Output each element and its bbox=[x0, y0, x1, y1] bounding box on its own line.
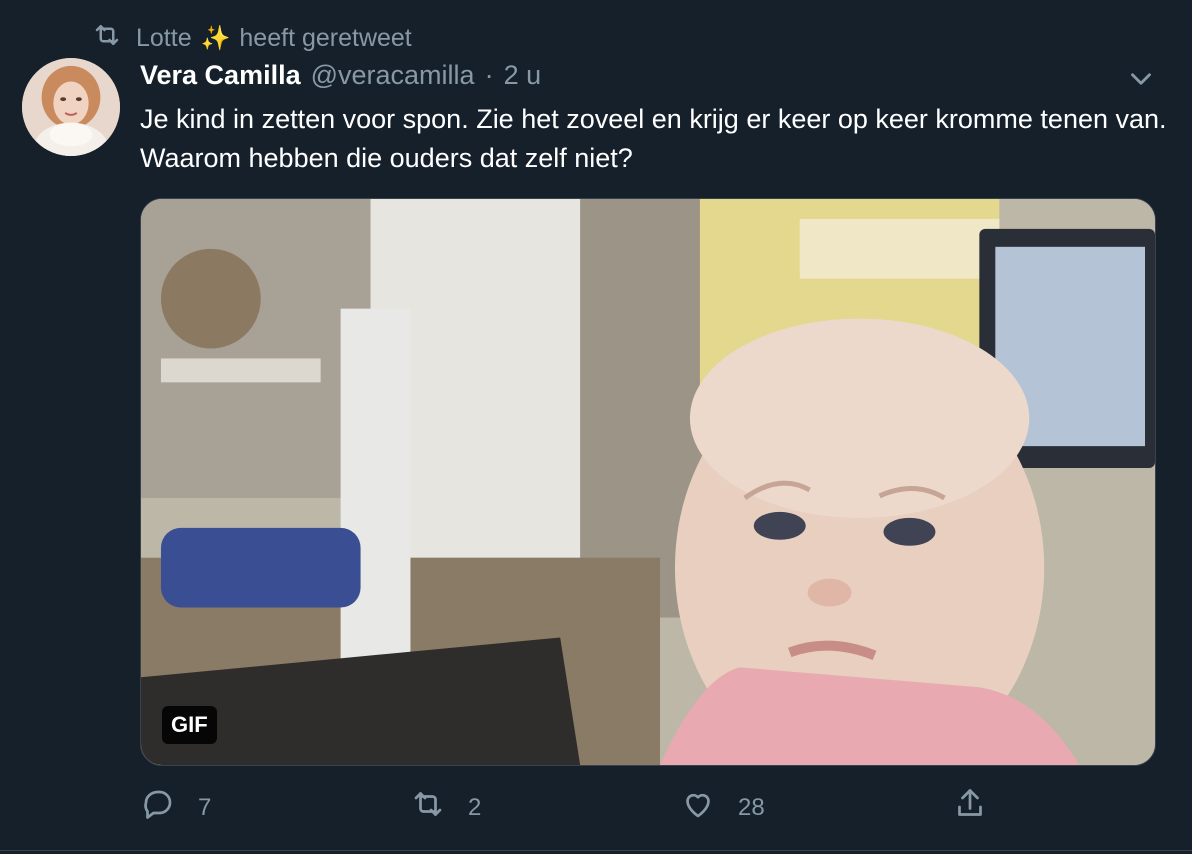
sparkle-emoji: ✨ bbox=[200, 25, 231, 52]
share-icon bbox=[952, 786, 988, 829]
retweet-icon bbox=[410, 786, 446, 829]
retweet-context-label: heeft geretweet bbox=[239, 24, 412, 52]
bottom-divider bbox=[0, 850, 1192, 851]
tweet-header: Vera Camilla @veracamilla · 2 u bbox=[140, 60, 541, 91]
timestamp[interactable]: 2 u bbox=[504, 60, 542, 91]
retweet-count: 2 bbox=[468, 793, 482, 821]
retweet-context[interactable]: Lotte ✨ heeft geretweet bbox=[92, 20, 412, 57]
retweet-context-icon bbox=[92, 20, 122, 57]
like-count: 28 bbox=[738, 793, 765, 821]
like-icon bbox=[680, 786, 716, 829]
gif-media[interactable] bbox=[140, 198, 1156, 766]
like-button[interactable]: 28 bbox=[680, 786, 765, 829]
author-handle[interactable]: @veracamilla bbox=[311, 60, 475, 91]
gif-badge: GIF bbox=[162, 706, 217, 744]
gif-preview-image bbox=[141, 199, 1155, 765]
avatar[interactable] bbox=[22, 58, 120, 156]
retweet-button[interactable]: 2 bbox=[410, 786, 481, 829]
retweeter-name[interactable]: Lotte bbox=[136, 24, 192, 52]
separator: · bbox=[484, 60, 494, 90]
share-button[interactable] bbox=[952, 786, 988, 829]
reply-count: 7 bbox=[198, 793, 212, 821]
reply-button[interactable]: 7 bbox=[140, 786, 211, 829]
action-bar: 7 2 28 bbox=[0, 786, 1192, 830]
tweet-text: Je kind in zetten voor spon. Zie het zov… bbox=[140, 104, 1167, 173]
reply-icon bbox=[140, 786, 176, 829]
chevron-down-icon[interactable] bbox=[1124, 62, 1158, 96]
author-name[interactable]: Vera Camilla bbox=[140, 60, 301, 91]
